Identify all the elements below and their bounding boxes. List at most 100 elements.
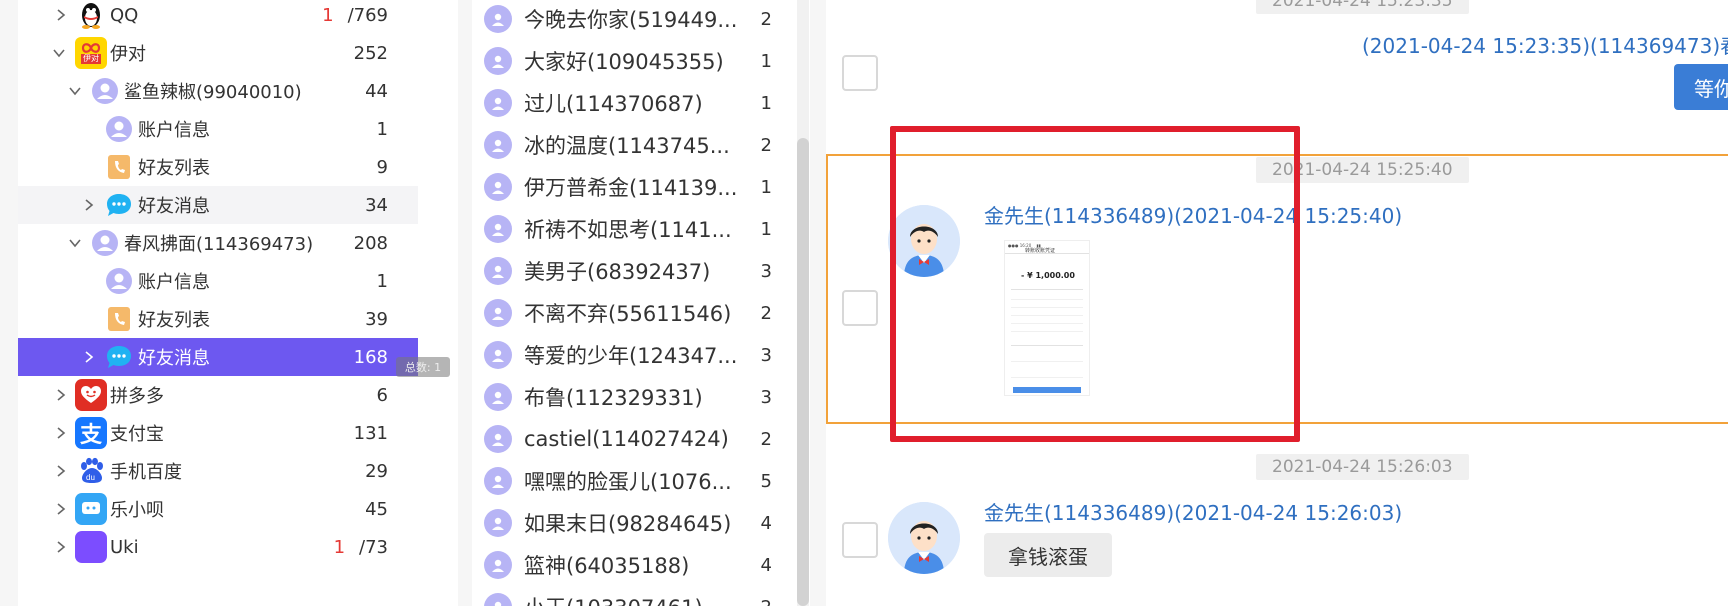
tree-item-yidui[interactable]: 伊对 伊对 252	[18, 34, 418, 72]
user-avatar-icon	[90, 228, 120, 258]
chevron-right-icon[interactable]	[54, 464, 68, 478]
tree-item-qq[interactable]: QQ 1/769	[18, 0, 418, 34]
chevron-right-icon[interactable]	[54, 426, 68, 440]
contact-item[interactable]: 篮神(64035188) 4	[472, 544, 772, 586]
tree-item-friend-list[interactable]: 好友列表 39	[18, 300, 418, 338]
contact-item[interactable]: 布鲁(112329331) 3	[472, 376, 772, 418]
tree-item-label: Uki	[110, 536, 139, 558]
contact-avatar-icon	[484, 47, 512, 75]
message-select-checkbox[interactable]	[842, 522, 878, 558]
message-select-checkbox[interactable]	[842, 55, 878, 91]
tree-item-count: 39	[365, 308, 388, 330]
chevron-right-icon[interactable]	[54, 388, 68, 402]
contact-count: 2	[760, 134, 772, 156]
outgoing-message-header: (2021-04-24 15:23:35)(114369473)春风拂面	[1362, 34, 1728, 58]
yidui-icon-text: 伊对	[81, 54, 101, 64]
tree-item-uki[interactable]: Uki 1/73	[18, 528, 418, 566]
contact-item[interactable]: 如果末日(98284645) 4	[472, 502, 772, 544]
lexiaobei-icon	[75, 493, 107, 525]
contact-name: 伊万普希金(114139...	[524, 176, 738, 200]
chevron-down-icon[interactable]	[68, 84, 82, 98]
tree-item-account-info[interactable]: 账户信息 1	[18, 262, 418, 300]
chevron-right-icon[interactable]	[54, 502, 68, 516]
tree-item-alipay[interactable]: 支 支付宝 131	[18, 414, 418, 452]
tree-item-count: 208	[353, 232, 388, 254]
contact-count: 1	[760, 176, 772, 198]
tree-item-count: 45	[365, 498, 388, 520]
tree-item-account-shayulajiao[interactable]: 鲨鱼辣椒(99040010) 44	[18, 72, 418, 110]
tree-item-label: 伊对	[110, 44, 146, 65]
contact-name: 祈祷不如思考(1141...	[524, 218, 732, 242]
chevron-right-icon[interactable]	[54, 540, 68, 554]
contact-name: 今晚去你家(519449...	[524, 8, 738, 32]
tree-item-baidu[interactable]: du 手机百度 29	[18, 452, 418, 490]
tree-item-label: 春风拂面(114369473)	[124, 234, 314, 255]
contact-count: 3	[760, 386, 772, 408]
contact-avatar-icon	[484, 425, 512, 453]
contact-avatar-icon	[484, 593, 512, 606]
source-tree: QQ 1/769 伊对 伊对 252 鲨鱼辣椒(99040010) 44 账户信…	[18, 0, 418, 606]
user-avatar-icon	[104, 114, 134, 144]
total-count: /769	[347, 4, 388, 26]
tree-item-friend-messages[interactable]: 好友消息 34	[18, 186, 418, 224]
contact-avatar-icon	[484, 509, 512, 537]
chevron-right-icon[interactable]	[54, 8, 68, 22]
contact-avatar-icon	[484, 551, 512, 579]
contact-item[interactable]: 伊万普希金(114139... 1	[472, 166, 772, 208]
contact-item[interactable]: 不离不弃(55611546) 2	[472, 292, 772, 334]
message-timestamp: 2021-04-24 15:23:35	[1256, 0, 1469, 14]
contact-item[interactable]: 小王(103307461) 2	[472, 586, 772, 606]
tree-item-label: 乐小呗	[110, 500, 164, 521]
contact-count: 2	[760, 428, 772, 450]
contact-name: 等爱的少年(124347...	[524, 344, 738, 368]
tree-item-count: 1	[376, 118, 388, 140]
phone-book-icon	[104, 152, 134, 182]
chat-bubble-icon	[104, 342, 134, 372]
contact-name: 小王(103307461)	[524, 592, 746, 606]
contact-scrollbar-thumb[interactable]	[797, 138, 809, 606]
contact-item[interactable]: 冰的温度(1143745... 2	[472, 124, 772, 166]
left-gutter	[0, 0, 18, 606]
contact-avatar-icon	[484, 5, 512, 33]
tree-item-label: 拼多多	[110, 386, 164, 407]
contact-count: 2	[760, 302, 772, 324]
contact-count: 1	[760, 50, 772, 72]
contact-item[interactable]: 大家好(109045355) 1	[472, 40, 772, 82]
chevron-right-icon[interactable]	[82, 350, 96, 364]
contact-avatar-icon	[484, 257, 512, 285]
contact-item[interactable]: 过儿(114370687) 1	[472, 82, 772, 124]
tree-item-count: 29	[365, 460, 388, 482]
contact-avatar-icon	[484, 215, 512, 243]
contact-name: 嘿嘿的脸蛋儿(1076...	[524, 470, 732, 494]
contact-name: 过儿(114370687)	[524, 92, 703, 116]
tree-item-pinduoduo[interactable]: 拼多多 6	[18, 376, 418, 414]
contact-name: 篮神(64035188)	[524, 554, 690, 578]
tree-item-count: 1	[376, 270, 388, 292]
chevron-right-icon[interactable]	[82, 198, 96, 212]
sender-avatar[interactable]	[888, 502, 960, 574]
chevron-down-icon[interactable]	[68, 236, 82, 250]
contact-item[interactable]: 今晚去你家(519449... 2	[472, 0, 772, 40]
contact-item[interactable]: 祈祷不如思考(1141... 1	[472, 208, 772, 250]
total-count: /73	[359, 536, 388, 558]
tree-item-label: 好友消息	[138, 196, 210, 217]
svg-text:du: du	[86, 473, 95, 482]
tree-item-account-chunfengfumian[interactable]: 春风拂面(114369473) 208	[18, 224, 418, 262]
tree-item-lexiaobei[interactable]: 乐小呗 45	[18, 490, 418, 528]
contact-item[interactable]: 美男子(68392437) 3	[472, 250, 772, 292]
tree-item-label: 鲨鱼辣椒(99040010)	[124, 82, 302, 103]
alipay-icon: 支	[75, 417, 107, 449]
contact-count: 2	[761, 597, 772, 606]
contact-item[interactable]: 嘿嘿的脸蛋儿(1076... 5	[472, 460, 772, 502]
tree-item-friend-messages-selected[interactable]: 好友消息 168	[18, 338, 418, 376]
tree-item-label: 好友列表	[138, 158, 210, 179]
tree-item-label: 好友消息	[138, 348, 210, 369]
contact-item[interactable]: 等爱的少年(124347... 3	[472, 334, 772, 376]
tree-item-friend-list[interactable]: 好友列表 9	[18, 148, 418, 186]
message-timestamp: 2021-04-24 15:26:03	[1256, 454, 1469, 480]
chevron-down-icon[interactable]	[52, 46, 66, 60]
contact-item[interactable]: castiel(114027424) 2	[472, 418, 772, 460]
contact-name: 如果末日(98284645)	[524, 512, 732, 536]
sender-name[interactable]: 金先生(114336489)(2021-04-24 15:26:03)	[984, 497, 1402, 526]
tree-item-account-info[interactable]: 账户信息 1	[18, 110, 418, 148]
